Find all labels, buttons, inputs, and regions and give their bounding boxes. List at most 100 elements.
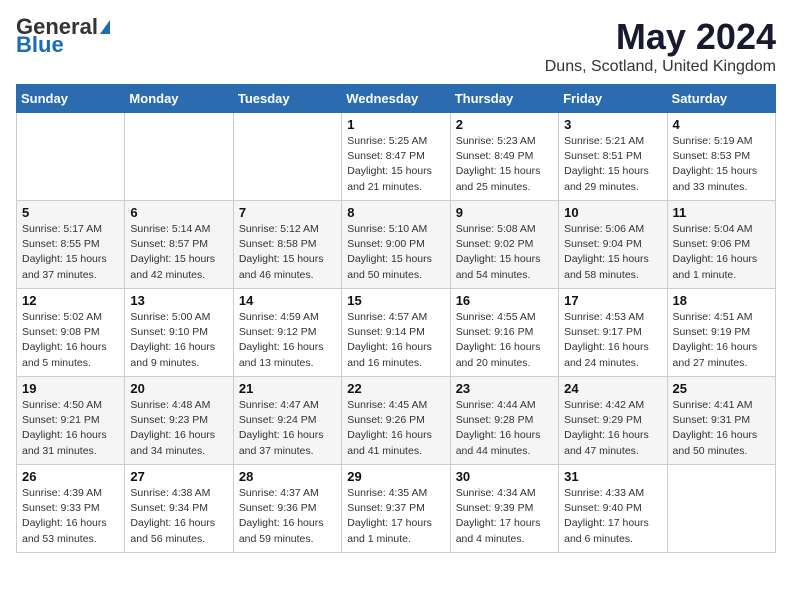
day-number: 22 (347, 381, 444, 396)
day-info: Sunrise: 5:06 AM Sunset: 9:04 PM Dayligh… (564, 222, 661, 283)
day-info: Sunrise: 5:04 AM Sunset: 9:06 PM Dayligh… (673, 222, 770, 283)
calendar-cell: 15Sunrise: 4:57 AM Sunset: 9:14 PM Dayli… (342, 289, 450, 377)
calendar-week-row: 12 Sunrise: 5:02 AM Sunset: 9:08 PM Dayli… (17, 289, 776, 377)
calendar-cell: 16 Sunrise: 4:55 AM Sunset: 9:16 PM Dayli… (450, 289, 558, 377)
day-info: Sunrise: 4:39 AM Sunset: 9:33 PM Dayligh… (22, 486, 119, 547)
day-info: Sunrise: 4:42 AM Sunset: 9:29 PM Dayligh… (564, 398, 661, 459)
calendar-cell: 28 Sunrise: 4:37 AM Sunset: 9:36 PM Dayli… (233, 465, 341, 553)
calendar-cell: 21 Sunrise: 4:47 AM Sunset: 9:24 PM Dayli… (233, 377, 341, 465)
calendar-cell: 20Sunrise: 4:48 AM Sunset: 9:23 PM Dayli… (125, 377, 233, 465)
day-info: Sunrise: 4:38 AM Sunset: 9:34 PM Dayligh… (130, 486, 227, 547)
day-info: Sunrise: 5:19 AM Sunset: 8:53 PM Dayligh… (673, 134, 770, 195)
day-info: Sunrise: 5:12 AM Sunset: 8:58 PM Dayligh… (239, 222, 336, 283)
day-number: 10 (564, 205, 661, 220)
title-block: May 2024 Duns, Scotland, United Kingdom (545, 16, 776, 76)
day-number: 25 (673, 381, 770, 396)
day-number: 20 (130, 381, 227, 396)
day-number: 7 (239, 205, 336, 220)
calendar-cell: 7 Sunrise: 5:12 AM Sunset: 8:58 PM Daylig… (233, 201, 341, 289)
day-number: 14 (239, 293, 336, 308)
calendar-cell (17, 113, 125, 201)
weekday-header-row: SundayMondayTuesdayWednesdayThursdayFrid… (17, 85, 776, 113)
day-info: Sunrise: 4:45 AM Sunset: 9:26 PM Dayligh… (347, 398, 444, 459)
day-info: Sunrise: 5:25 AM Sunset: 8:47 PM Dayligh… (347, 134, 444, 195)
day-number: 24 (564, 381, 661, 396)
day-number: 11 (673, 205, 770, 220)
day-info: Sunrise: 4:53 AM Sunset: 9:17 PM Dayligh… (564, 310, 661, 371)
calendar-cell: 24 Sunrise: 4:42 AM Sunset: 9:29 PM Dayli… (559, 377, 667, 465)
day-number: 3 (564, 117, 661, 132)
calendar-cell: 18 Sunrise: 4:51 AM Sunset: 9:19 PM Dayli… (667, 289, 775, 377)
calendar-cell: 2Sunrise: 5:23 AM Sunset: 8:49 PM Daylig… (450, 113, 558, 201)
day-number: 21 (239, 381, 336, 396)
calendar-cell: 27 Sunrise: 4:38 AM Sunset: 9:34 PM Dayli… (125, 465, 233, 553)
calendar-cell: 8Sunrise: 5:10 AM Sunset: 9:00 PM Daylig… (342, 201, 450, 289)
day-number: 27 (130, 469, 227, 484)
weekday-header-cell: Saturday (667, 85, 775, 113)
day-number: 13 (130, 293, 227, 308)
calendar-cell: 9 Sunrise: 5:08 AM Sunset: 9:02 PM Daylig… (450, 201, 558, 289)
day-info: Sunrise: 4:57 AM Sunset: 9:14 PM Dayligh… (347, 310, 444, 371)
day-info: Sunrise: 4:34 AM Sunset: 9:39 PM Dayligh… (456, 486, 553, 547)
calendar-cell: 29 Sunrise: 4:35 AM Sunset: 9:37 PM Dayli… (342, 465, 450, 553)
day-info: Sunrise: 4:51 AM Sunset: 9:19 PM Dayligh… (673, 310, 770, 371)
day-number: 4 (673, 117, 770, 132)
day-info: Sunrise: 4:37 AM Sunset: 9:36 PM Dayligh… (239, 486, 336, 547)
day-number: 2 (456, 117, 553, 132)
day-info: Sunrise: 5:17 AM Sunset: 8:55 PM Dayligh… (22, 222, 119, 283)
logo: General Blue (16, 16, 110, 56)
calendar-week-row: 5 Sunrise: 5:17 AM Sunset: 8:55 PM Daylig… (17, 201, 776, 289)
calendar-cell (667, 465, 775, 553)
day-number: 9 (456, 205, 553, 220)
calendar-cell: 11 Sunrise: 5:04 AM Sunset: 9:06 PM Dayli… (667, 201, 775, 289)
calendar-cell: 19 Sunrise: 4:50 AM Sunset: 9:21 PM Dayli… (17, 377, 125, 465)
weekday-header-cell: Tuesday (233, 85, 341, 113)
day-number: 30 (456, 469, 553, 484)
day-info: Sunrise: 4:33 AM Sunset: 9:40 PM Dayligh… (564, 486, 661, 547)
day-info: Sunrise: 5:14 AM Sunset: 8:57 PM Dayligh… (130, 222, 227, 283)
day-info: Sunrise: 5:02 AM Sunset: 9:08 PM Dayligh… (22, 310, 119, 371)
calendar-cell: 1 Sunrise: 5:25 AM Sunset: 8:47 PM Daylig… (342, 113, 450, 201)
calendar-body: 1 Sunrise: 5:25 AM Sunset: 8:47 PM Daylig… (17, 113, 776, 553)
calendar-table: SundayMondayTuesdayWednesdayThursdayFrid… (16, 84, 776, 553)
calendar-cell (233, 113, 341, 201)
day-info: Sunrise: 4:55 AM Sunset: 9:16 PM Dayligh… (456, 310, 553, 371)
weekday-header-cell: Friday (559, 85, 667, 113)
day-info: Sunrise: 4:35 AM Sunset: 9:37 PM Dayligh… (347, 486, 444, 547)
day-number: 28 (239, 469, 336, 484)
day-info: Sunrise: 4:50 AM Sunset: 9:21 PM Dayligh… (22, 398, 119, 459)
day-info: Sunrise: 4:59 AM Sunset: 9:12 PM Dayligh… (239, 310, 336, 371)
weekday-header-cell: Wednesday (342, 85, 450, 113)
calendar-cell: 31Sunrise: 4:33 AM Sunset: 9:40 PM Dayli… (559, 465, 667, 553)
calendar-cell: 3Sunrise: 5:21 AM Sunset: 8:51 PM Daylig… (559, 113, 667, 201)
day-info: Sunrise: 4:41 AM Sunset: 9:31 PM Dayligh… (673, 398, 770, 459)
weekday-header-cell: Monday (125, 85, 233, 113)
day-number: 19 (22, 381, 119, 396)
day-info: Sunrise: 5:08 AM Sunset: 9:02 PM Dayligh… (456, 222, 553, 283)
calendar-week-row: 1 Sunrise: 5:25 AM Sunset: 8:47 PM Daylig… (17, 113, 776, 201)
day-info: Sunrise: 5:00 AM Sunset: 9:10 PM Dayligh… (130, 310, 227, 371)
calendar-week-row: 26Sunrise: 4:39 AM Sunset: 9:33 PM Dayli… (17, 465, 776, 553)
calendar-cell: 5 Sunrise: 5:17 AM Sunset: 8:55 PM Daylig… (17, 201, 125, 289)
calendar-cell: 14 Sunrise: 4:59 AM Sunset: 9:12 PM Dayli… (233, 289, 341, 377)
day-number: 16 (456, 293, 553, 308)
day-number: 23 (456, 381, 553, 396)
day-number: 17 (564, 293, 661, 308)
calendar-cell: 25 Sunrise: 4:41 AM Sunset: 9:31 PM Dayli… (667, 377, 775, 465)
day-number: 6 (130, 205, 227, 220)
calendar-cell: 22 Sunrise: 4:45 AM Sunset: 9:26 PM Dayli… (342, 377, 450, 465)
calendar-cell: 10 Sunrise: 5:06 AM Sunset: 9:04 PM Dayli… (559, 201, 667, 289)
calendar-cell: 17 Sunrise: 4:53 AM Sunset: 9:17 PM Dayli… (559, 289, 667, 377)
day-info: Sunrise: 4:44 AM Sunset: 9:28 PM Dayligh… (456, 398, 553, 459)
calendar-cell: 4 Sunrise: 5:19 AM Sunset: 8:53 PM Daylig… (667, 113, 775, 201)
day-info: Sunrise: 4:47 AM Sunset: 9:24 PM Dayligh… (239, 398, 336, 459)
day-number: 29 (347, 469, 444, 484)
day-number: 5 (22, 205, 119, 220)
calendar-cell: 26Sunrise: 4:39 AM Sunset: 9:33 PM Dayli… (17, 465, 125, 553)
logo-blue-text: Blue (16, 34, 64, 56)
day-number: 8 (347, 205, 444, 220)
day-number: 1 (347, 117, 444, 132)
month-title: May 2024 (545, 16, 776, 58)
day-number: 18 (673, 293, 770, 308)
day-number: 12 (22, 293, 119, 308)
